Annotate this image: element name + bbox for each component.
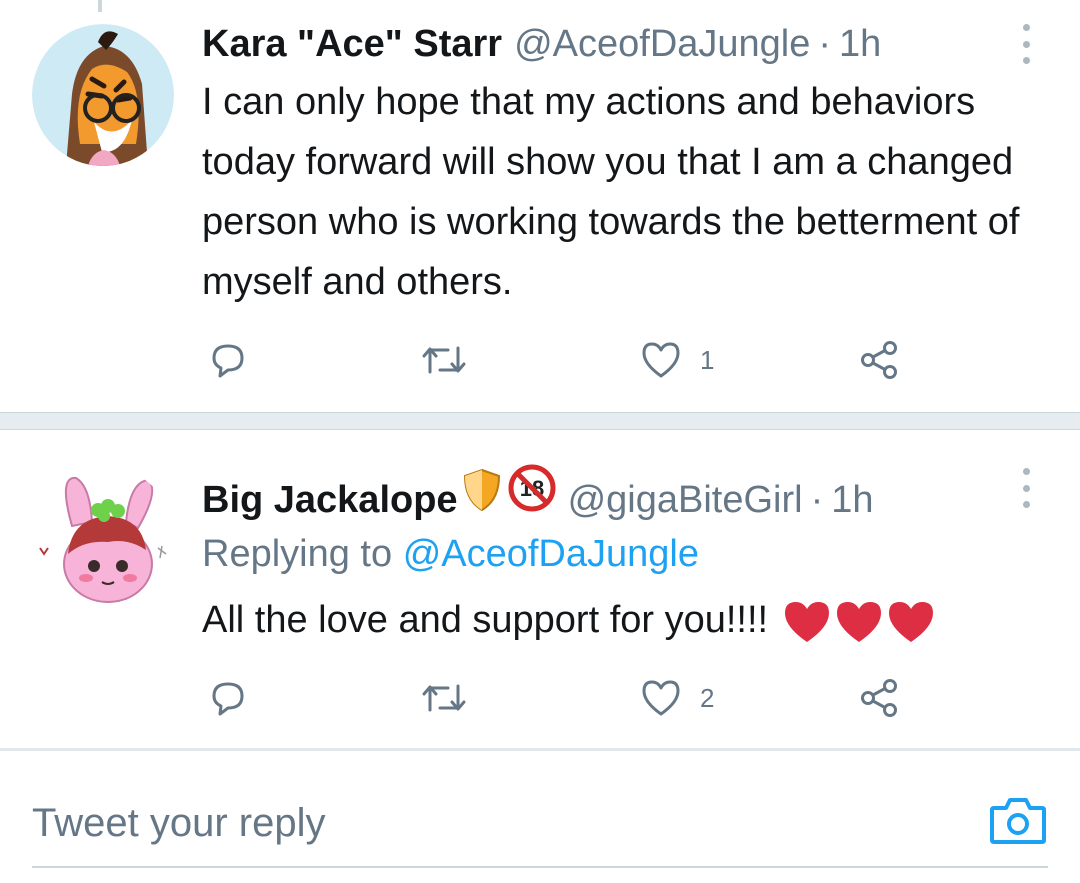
header-separator: · (810, 479, 824, 521)
like-count: 2 (700, 682, 715, 713)
heart-icon (642, 342, 680, 378)
camera-button[interactable] (988, 794, 1048, 848)
share-icon (861, 679, 897, 717)
avatar[interactable] (32, 466, 174, 608)
replying-to-line: Replying to @AceofDaJungle (202, 528, 699, 580)
shield-emoji-icon (462, 468, 502, 526)
replying-mention-link[interactable]: @AceofDaJungle (403, 533, 699, 575)
tweet-thread: Kara "Ace" Starr @AceofDaJungle · 1h I c… (0, 0, 1080, 883)
reply-button[interactable] (206, 673, 250, 723)
share-button[interactable] (858, 673, 902, 723)
display-name[interactable]: Big Jackalope (202, 474, 458, 526)
tiger-avatar-icon (32, 24, 174, 166)
like-count: 1 (700, 344, 715, 375)
red-heart-emoji-icon (785, 601, 830, 642)
tweet-actions: 2 (0, 673, 1080, 723)
reply-input-underline (32, 866, 1048, 868)
no-under-18-emoji-icon: 18 (508, 464, 556, 526)
user-handle[interactable]: @gigaBiteGirl (568, 474, 803, 526)
bunny-avatar-icon (32, 466, 174, 608)
camera-icon (990, 798, 1046, 844)
tweet-divider (0, 412, 1080, 430)
reply-button[interactable] (206, 335, 250, 385)
display-name[interactable]: Kara "Ace" Starr (202, 18, 502, 70)
tweet-text-body: All the love and support for you!!!! (202, 599, 769, 641)
reply-box-divider (0, 748, 1080, 751)
user-handle[interactable]: @AceofDaJungle (514, 18, 810, 70)
red-heart-emoji-icon (889, 601, 934, 642)
share-icon (861, 341, 897, 379)
retweet-button[interactable] (418, 335, 470, 385)
heart-icon (642, 680, 680, 716)
timestamp[interactable]: 1h (839, 18, 881, 70)
tweet[interactable]: Big Jackalope 18 @gigaBiteGirl · 1h (0, 430, 1080, 748)
retweet-icon (422, 684, 466, 712)
heart-emojis (782, 599, 936, 645)
tweet-header: Kara "Ace" Starr @AceofDaJungle · 1h (202, 18, 881, 70)
tweet-actions: 1 (0, 335, 1080, 385)
reply-icon (212, 344, 244, 378)
tweet[interactable]: Kara "Ace" Starr @AceofDaJungle · 1h I c… (0, 0, 1080, 412)
reply-input[interactable] (32, 780, 972, 866)
header-separator: · (818, 23, 832, 65)
tweet-text: I can only hope that my actions and beha… (202, 81, 1020, 303)
like-button[interactable]: 1 (640, 335, 714, 385)
reply-icon (212, 682, 244, 716)
more-options-icon[interactable] (1014, 24, 1038, 64)
red-heart-emoji-icon (837, 601, 882, 642)
retweet-button[interactable] (418, 673, 470, 723)
reply-composer (32, 780, 1048, 870)
timestamp[interactable]: 1h (831, 474, 873, 526)
avatar[interactable] (32, 24, 174, 166)
tweet-text: All the love and support for you!!!! (202, 590, 1062, 650)
replying-prefix: Replying to (202, 533, 393, 575)
retweet-icon (422, 346, 466, 374)
tweet-header: Big Jackalope 18 @gigaBiteGirl · 1h (202, 464, 874, 521)
like-button[interactable]: 2 (640, 673, 714, 723)
more-options-icon[interactable] (1014, 468, 1038, 508)
share-button[interactable] (858, 335, 902, 385)
